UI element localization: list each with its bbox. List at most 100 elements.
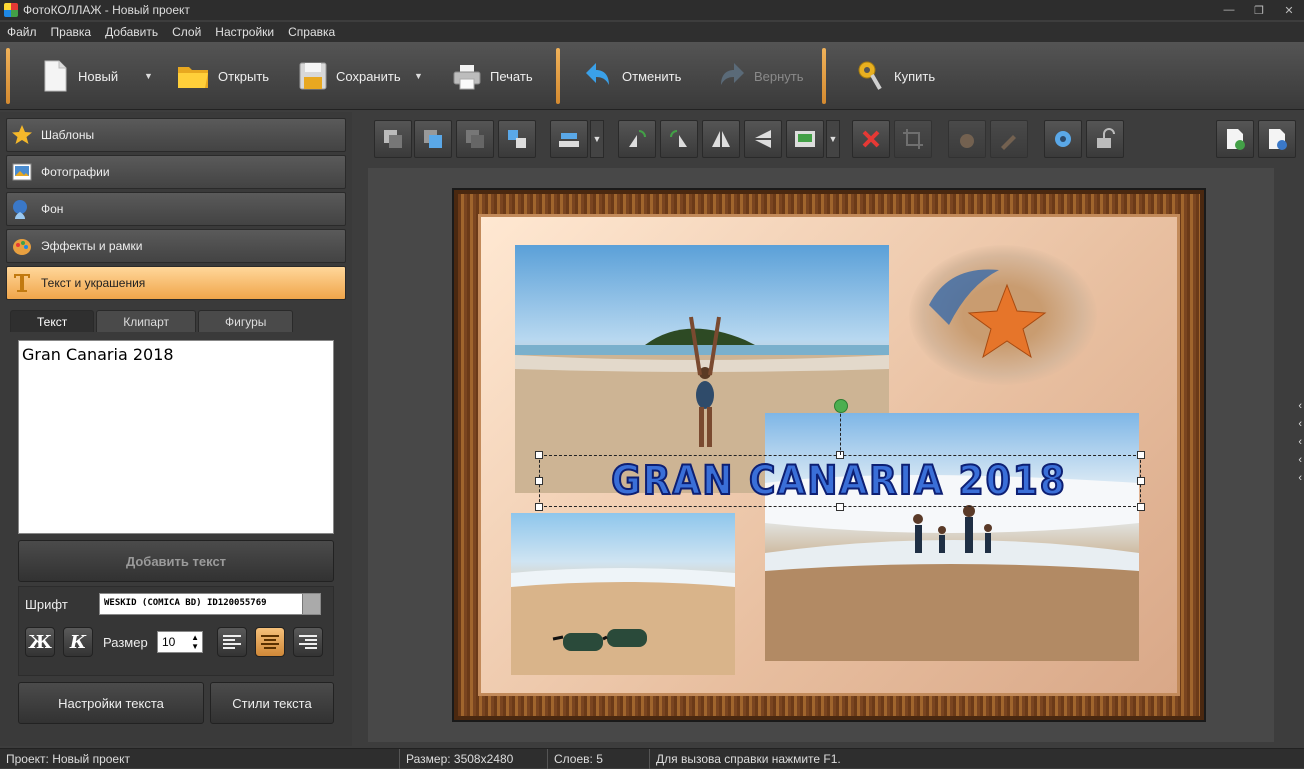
properties-button[interactable] [1044,120,1082,158]
save-dropdown-icon[interactable]: ▼ [414,71,423,81]
redo-label: Вернуть [754,68,804,84]
chevron-left-icon[interactable]: ‹ [1298,400,1302,412]
font-select[interactable]: WESKID (COMICA BD) ID120055769 [99,593,321,615]
chevron-left-icon[interactable]: ‹ [1298,418,1302,430]
send-back-button[interactable] [374,120,412,158]
category-background[interactable]: Фон [6,192,346,226]
align-right-button[interactable] [293,627,323,657]
size-stepper[interactable]: 10 ▲ ▼ [157,631,203,653]
align-left-button[interactable] [217,627,247,657]
crop-button[interactable] [894,120,932,158]
tab-clipart[interactable]: Клипарт [96,310,196,332]
menu-add[interactable]: Добавить [98,25,165,39]
chevron-down-icon[interactable] [302,594,320,614]
resize-handle[interactable] [535,451,543,459]
text-icon [11,272,33,294]
fit-dropdown-icon[interactable]: ▼ [826,120,840,158]
bold-button[interactable]: Ж [25,627,55,657]
menu-help[interactable]: Справка [281,25,342,39]
app-logo-icon [4,3,18,17]
stepper-arrows-icon[interactable]: ▲ ▼ [191,633,199,651]
text-input[interactable]: Gran Canaria 2018 [18,340,334,534]
align-center-button[interactable] [255,627,285,657]
text-styles-button[interactable]: Стили текста [210,682,334,724]
rotate-right-button[interactable] [660,120,698,158]
tab-text[interactable]: Текст [10,310,95,332]
category-templates[interactable]: Шаблоны [6,118,346,152]
menu-file[interactable]: Файл [0,25,44,39]
resize-handle[interactable] [535,503,543,511]
page-settings-button[interactable] [1258,120,1296,158]
brush-icon [1001,135,1016,150]
buy-button[interactable]: Купить [856,52,935,100]
chevron-left-icon[interactable]: ‹ [1298,472,1302,484]
open-button[interactable]: Открыть [176,52,269,100]
brush-button[interactable] [990,120,1028,158]
resize-handle[interactable] [1137,451,1145,459]
resize-handle[interactable] [836,503,844,511]
rotation-handle[interactable] [834,399,848,413]
status-size: Размер: 3508x2480 [400,748,548,769]
category-effects-frames[interactable]: Эффекты и рамки [6,229,346,263]
fit-button[interactable] [786,120,824,158]
photo-sunglasses-sand[interactable] [511,513,735,675]
star-icon [11,124,33,146]
photo-family-beach[interactable] [765,413,1139,661]
category-label: Фотографии [41,165,110,179]
bring-front-button[interactable] [414,120,452,158]
menu-layer[interactable]: Слой [165,25,208,39]
category-photos[interactable]: Фотографии [6,155,346,189]
add-text-button[interactable]: Добавить текст [18,540,334,582]
menu-edit[interactable]: Правка [44,25,99,39]
bring-front-icon [424,130,442,148]
font-value: WESKID (COMICA BD) ID120055769 [104,598,267,608]
resize-handle[interactable] [1137,503,1145,511]
collage-background[interactable]: GRAN CANARIA 2018 [478,214,1180,696]
family-beach-image [765,475,1139,661]
lock-button[interactable] [1086,120,1124,158]
category-text-decorations[interactable]: Текст и украшения [6,266,346,300]
print-button[interactable]: Печать [452,52,533,100]
flip-vertical-button[interactable] [744,120,782,158]
add-page-icon [1227,129,1245,150]
new-document-icon [40,59,70,93]
align-dropdown-icon[interactable]: ▼ [590,120,604,158]
close-button[interactable]: ✕ [1274,0,1304,20]
chevron-left-icon[interactable]: ‹ [1298,454,1302,466]
menu-settings[interactable]: Настройки [208,25,281,39]
new-button[interactable]: Новый [40,52,118,100]
resize-handle[interactable] [535,477,543,485]
delete-button[interactable] [852,120,890,158]
save-button[interactable]: Сохранить [298,52,401,100]
side-panel-arrows[interactable]: ‹ ‹ ‹ ‹ ‹ [1298,400,1302,484]
font-label: Шрифт [25,597,68,612]
selection-box [535,451,1145,511]
italic-button[interactable]: К [63,627,93,657]
save-icon [298,59,328,93]
align-button[interactable] [550,120,588,158]
flip-horizontal-button[interactable] [702,120,740,158]
maximize-button[interactable]: ❐ [1244,0,1274,20]
undo-button[interactable]: Отменить [584,52,681,100]
rotate-right-icon [670,130,687,147]
redo-button[interactable]: Вернуть [716,52,804,100]
fill-button[interactable] [948,120,986,158]
tab-shapes[interactable]: Фигуры [198,310,294,332]
resize-handle[interactable] [1137,477,1145,485]
delete-icon [862,130,880,148]
rotate-left-button[interactable] [618,120,656,158]
new-dropdown-icon[interactable]: ▼ [144,71,153,81]
add-page-button[interactable] [1216,120,1254,158]
save-label: Сохранить [336,68,401,84]
send-backward-button[interactable] [456,120,494,158]
chevron-left-icon[interactable]: ‹ [1298,436,1302,448]
size-label: Размер [103,635,148,650]
background-icon [11,198,33,220]
category-label: Фон [41,202,64,216]
text-tabs: Текст Клипарт Фигуры [10,310,340,332]
minimize-button[interactable]: — [1214,0,1244,20]
photo-starfish[interactable] [909,245,1097,385]
bring-forward-button[interactable] [498,120,536,158]
rotate-left-icon [629,130,646,147]
text-settings-button[interactable]: Настройки текста [18,682,204,724]
